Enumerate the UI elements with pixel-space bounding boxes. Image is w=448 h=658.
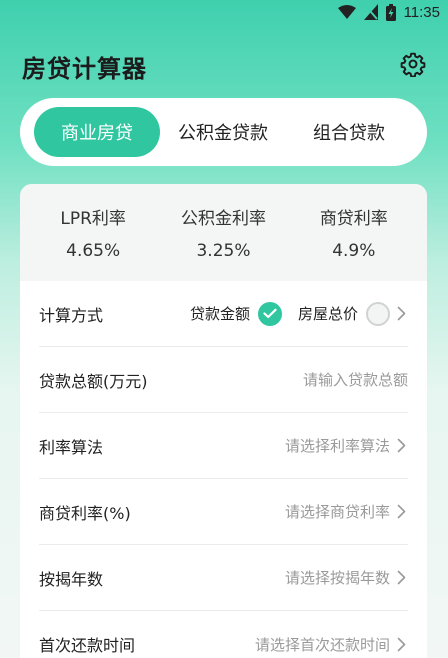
method-options: 贷款金额 房屋总价 <box>189 301 408 326</box>
loan-type-tabs: 商业房贷 公积金贷款 组合贷款 <box>20 98 427 166</box>
select-placeholder: 请选择利率算法 <box>284 437 390 455</box>
form-rows: 计算方式 贷款金额 房屋总价 贷款总额(万元) 请输入贷款总额 利率算法 请选择… <box>20 281 427 658</box>
rates-panel: LPR利率 4.65% 公积金利率 3.25% 商贷利率 4.9% <box>20 184 427 281</box>
option-label: 贷款金额 <box>189 305 250 323</box>
gear-icon <box>400 51 426 81</box>
mortgage-years-row[interactable]: 按揭年数 请选择按揭年数 <box>39 545 408 611</box>
tab-commercial-loan[interactable]: 商业房贷 <box>34 107 160 157</box>
commercial-rate-select[interactable]: 请选择商贷利率 <box>285 501 408 522</box>
radio-empty-icon <box>366 301 390 326</box>
status-bar: 11:35 <box>0 0 448 24</box>
chevron-right-icon <box>394 306 408 322</box>
tab-provident-fund-loan[interactable]: 公积金贷款 <box>160 107 286 157</box>
option-house-price[interactable]: 房屋总价 <box>297 301 390 326</box>
loan-total-row[interactable]: 贷款总额(万元) 请输入贷款总额 <box>39 347 408 413</box>
no-signal-icon <box>363 4 378 20</box>
calculator-card: LPR利率 4.65% 公积金利率 3.25% 商贷利率 4.9% 计算方式 贷… <box>20 184 427 658</box>
row-label: 利率算法 <box>39 437 104 457</box>
settings-button[interactable] <box>398 51 428 81</box>
option-label: 房屋总价 <box>297 305 358 323</box>
chevron-right-icon <box>394 636 408 652</box>
rate-value: 4.9% <box>332 241 376 261</box>
calc-method-row: 计算方式 贷款金额 房屋总价 <box>39 281 408 347</box>
rate-value: 4.65% <box>66 241 121 261</box>
select-placeholder: 请选择首次还款时间 <box>254 635 390 654</box>
mortgage-years-select[interactable]: 请选择按揭年数 <box>285 567 408 588</box>
select-placeholder: 请选择按揭年数 <box>284 569 390 587</box>
page-title: 房贷计算器 <box>22 54 147 83</box>
chevron-right-icon <box>394 504 408 520</box>
rate-provident-fund: 公积金利率 3.25% <box>161 204 286 261</box>
row-label: 按揭年数 <box>39 569 104 589</box>
chevron-right-icon <box>394 570 408 586</box>
rate-label: 公积金利率 <box>180 209 266 229</box>
option-loan-amount[interactable]: 贷款金额 <box>189 301 282 326</box>
chevron-right-icon <box>394 438 408 454</box>
rate-lpr: LPR利率 4.65% <box>31 204 156 261</box>
commercial-rate-row[interactable]: 商贷利率(%) 请选择商贷利率 <box>39 479 408 545</box>
row-label: 贷款总额(万元) <box>39 371 148 391</box>
select-placeholder: 请选择商贷利率 <box>284 503 390 521</box>
row-label: 商贷利率(%) <box>39 503 131 523</box>
header: 房贷计算器 <box>0 46 448 86</box>
status-time: 11:35 <box>403 3 440 21</box>
wifi-icon <box>337 5 356 19</box>
check-icon <box>257 301 282 326</box>
first-payment-select[interactable]: 请选择首次还款时间 <box>255 634 408 655</box>
rate-label: 商贷利率 <box>319 209 388 229</box>
loan-total-input-wrap: 请输入贷款总额 <box>303 369 408 390</box>
rate-commercial: 商贷利率 4.9% <box>291 204 416 261</box>
row-label: 计算方式 <box>39 305 104 325</box>
rate-method-row[interactable]: 利率算法 请选择利率算法 <box>39 413 408 479</box>
rate-label: LPR利率 <box>60 209 126 229</box>
loan-total-input[interactable]: 请输入贷款总额 <box>303 369 408 390</box>
battery-charging-icon <box>385 3 396 21</box>
first-payment-row[interactable]: 首次还款时间 请选择首次还款时间 <box>39 611 408 658</box>
rate-method-select[interactable]: 请选择利率算法 <box>285 435 408 456</box>
row-label: 首次还款时间 <box>39 636 136 655</box>
tab-combined-loan[interactable]: 组合贷款 <box>286 107 412 157</box>
rate-value: 3.25% <box>196 241 251 261</box>
